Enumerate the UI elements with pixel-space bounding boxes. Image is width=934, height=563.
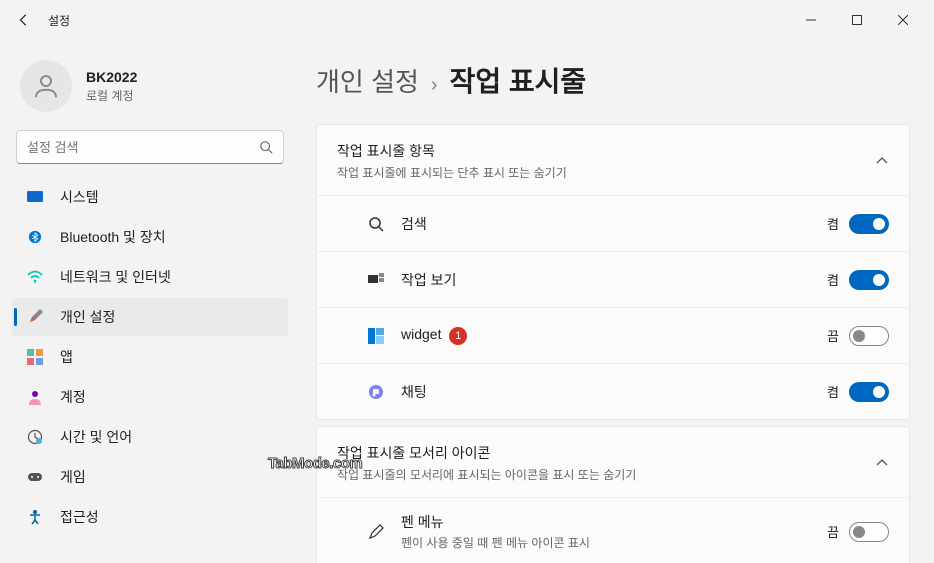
minimize-icon bbox=[806, 15, 816, 25]
chevron-up-icon bbox=[875, 456, 889, 470]
widget-icon bbox=[365, 328, 387, 344]
sidebar: BK2022 로컬 계정 시스템 Bluetooth 및 장치 네트워크 및 인… bbox=[0, 40, 300, 563]
row-pen: 펜 메뉴 펜이 사용 중일 때 펜 메뉴 아이콘 표시 끔 bbox=[317, 497, 909, 563]
chat-icon bbox=[365, 384, 387, 400]
row-label: 작업 보기 bbox=[401, 270, 827, 290]
accessibility-icon bbox=[26, 508, 44, 526]
sidebar-item-personalize[interactable]: 개인 설정 bbox=[12, 298, 288, 336]
corner-icons-card: 작업 표시줄 모서리 아이콘 작업 표시줄의 모서리에 표시되는 아이콘을 표시… bbox=[316, 426, 910, 563]
person-icon bbox=[31, 71, 61, 101]
brush-icon bbox=[26, 308, 44, 326]
row-label: 펜 메뉴 bbox=[401, 512, 827, 532]
taskview-icon bbox=[365, 273, 387, 287]
card-title: 작업 표시줄 모서리 아이콘 bbox=[337, 443, 875, 463]
sidebar-item-label: 네트워크 및 인터넷 bbox=[60, 267, 171, 287]
maximize-icon bbox=[852, 15, 862, 25]
notification-badge: 1 bbox=[449, 327, 467, 345]
apps-icon bbox=[26, 348, 44, 366]
display-icon bbox=[26, 188, 44, 206]
sidebar-item-label: 시스템 bbox=[60, 187, 99, 207]
nav-list: 시스템 Bluetooth 및 장치 네트워크 및 인터넷 개인 설정 앱 계정 bbox=[12, 178, 288, 536]
row-label: widget bbox=[401, 326, 441, 342]
row-search: 검색 켬 bbox=[317, 195, 909, 251]
toggle-state: 켬 bbox=[827, 270, 839, 289]
corner-icons-header[interactable]: 작업 표시줄 모서리 아이콘 작업 표시줄의 모서리에 표시되는 아이콘을 표시… bbox=[317, 427, 909, 497]
search-input[interactable] bbox=[27, 140, 259, 155]
chevron-up-icon bbox=[875, 154, 889, 168]
back-button[interactable] bbox=[8, 4, 40, 36]
sidebar-item-apps[interactable]: 앱 bbox=[12, 338, 288, 376]
sidebar-item-label: 접근성 bbox=[60, 507, 99, 527]
sidebar-item-label: 개인 설정 bbox=[60, 307, 115, 327]
chat-toggle[interactable] bbox=[849, 382, 889, 402]
chevron-right-icon: › bbox=[431, 74, 438, 97]
card-subtitle: 작업 표시줄의 모서리에 표시되는 아이콘을 표시 또는 숨기기 bbox=[337, 466, 875, 483]
breadcrumb: 개인 설정 › 작업 표시줄 bbox=[316, 60, 910, 100]
row-widget: widget 1 끔 bbox=[317, 307, 909, 363]
row-taskview: 작업 보기 켬 bbox=[317, 251, 909, 307]
close-icon bbox=[898, 15, 908, 25]
account-icon bbox=[26, 388, 44, 406]
card-title: 작업 표시줄 항목 bbox=[337, 141, 875, 161]
search-icon bbox=[365, 216, 387, 232]
titlebar: 설정 bbox=[0, 0, 934, 40]
sidebar-item-gaming[interactable]: 게임 bbox=[12, 458, 288, 496]
toggle-state: 끔 bbox=[827, 522, 839, 541]
minimize-button[interactable] bbox=[788, 4, 834, 36]
search-icon bbox=[259, 140, 273, 154]
sidebar-item-label: 계정 bbox=[60, 387, 86, 407]
search-toggle[interactable] bbox=[849, 214, 889, 234]
window-controls bbox=[788, 4, 926, 36]
taskbar-items-card: 작업 표시줄 항목 작업 표시줄에 표시되는 단추 표시 또는 숨기기 검색 켬… bbox=[316, 124, 910, 420]
wifi-icon bbox=[26, 268, 44, 286]
sidebar-item-label: 앱 bbox=[60, 347, 73, 367]
gaming-icon bbox=[26, 468, 44, 486]
toggle-state: 켬 bbox=[827, 214, 839, 233]
toggle-state: 끔 bbox=[827, 326, 839, 345]
pen-toggle[interactable] bbox=[849, 522, 889, 542]
window-title: 설정 bbox=[48, 12, 70, 29]
toggle-state: 켬 bbox=[827, 382, 839, 401]
taskview-toggle[interactable] bbox=[849, 270, 889, 290]
main-content: 개인 설정 › 작업 표시줄 작업 표시줄 항목 작업 표시줄에 표시되는 단추… bbox=[300, 40, 934, 563]
page-title: 작업 표시줄 bbox=[450, 60, 587, 100]
breadcrumb-parent[interactable]: 개인 설정 bbox=[316, 62, 419, 99]
arrow-left-icon bbox=[17, 13, 31, 27]
sidebar-item-network[interactable]: 네트워크 및 인터넷 bbox=[12, 258, 288, 296]
sidebar-item-time[interactable]: 시간 및 언어 bbox=[12, 418, 288, 456]
sidebar-item-label: 시간 및 언어 bbox=[60, 427, 132, 447]
sidebar-item-accounts[interactable]: 계정 bbox=[12, 378, 288, 416]
avatar bbox=[20, 60, 72, 112]
sidebar-item-label: 게임 bbox=[60, 467, 86, 487]
card-subtitle: 작업 표시줄에 표시되는 단추 표시 또는 숨기기 bbox=[337, 164, 875, 181]
maximize-button[interactable] bbox=[834, 4, 880, 36]
row-label: 검색 bbox=[401, 214, 827, 234]
row-chat: 채팅 켬 bbox=[317, 363, 909, 419]
sidebar-item-system[interactable]: 시스템 bbox=[12, 178, 288, 216]
search-box[interactable] bbox=[16, 130, 284, 164]
user-subtitle: 로컬 계정 bbox=[86, 87, 137, 104]
sidebar-item-bluetooth[interactable]: Bluetooth 및 장치 bbox=[12, 218, 288, 256]
bluetooth-icon bbox=[26, 228, 44, 246]
widget-toggle[interactable] bbox=[849, 326, 889, 346]
row-label: 채팅 bbox=[401, 382, 827, 402]
user-name: BK2022 bbox=[86, 69, 137, 85]
clock-globe-icon bbox=[26, 428, 44, 446]
user-block[interactable]: BK2022 로컬 계정 bbox=[12, 48, 288, 130]
taskbar-items-header[interactable]: 작업 표시줄 항목 작업 표시줄에 표시되는 단추 표시 또는 숨기기 bbox=[317, 125, 909, 195]
sidebar-item-accessibility[interactable]: 접근성 bbox=[12, 498, 288, 536]
pen-icon bbox=[365, 524, 387, 540]
row-sub: 펜이 사용 중일 때 펜 메뉴 아이콘 표시 bbox=[401, 534, 827, 551]
sidebar-item-label: Bluetooth 및 장치 bbox=[60, 227, 166, 247]
close-button[interactable] bbox=[880, 4, 926, 36]
